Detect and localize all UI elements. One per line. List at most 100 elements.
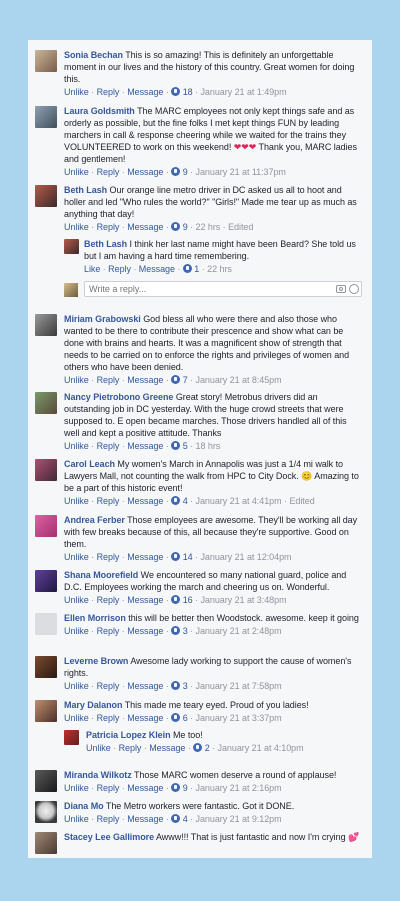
message-link[interactable]: Message <box>127 713 163 723</box>
reply-link[interactable]: Reply <box>97 783 120 793</box>
thumbs-up-icon[interactable] <box>171 552 181 561</box>
avatar[interactable] <box>35 832 57 854</box>
reply-link[interactable]: Reply <box>97 375 120 385</box>
comment-time[interactable]: January 21 at 9:12pm <box>196 814 282 824</box>
comment-author[interactable]: Beth Lash <box>84 239 127 249</box>
message-link[interactable]: Message <box>127 681 163 691</box>
avatar[interactable] <box>35 656 57 678</box>
avatar[interactable] <box>35 700 57 722</box>
unlike-link[interactable]: Unlike <box>64 222 89 232</box>
thumbs-up-icon[interactable] <box>182 264 192 273</box>
thumbs-up-icon[interactable] <box>171 681 181 690</box>
unlike-link[interactable]: Unlike <box>64 552 89 562</box>
thumbs-up-icon[interactable] <box>171 814 181 823</box>
thumbs-up-icon[interactable] <box>171 167 181 176</box>
comment-time[interactable]: January 21 at 4:41pm <box>196 496 282 506</box>
avatar[interactable] <box>35 185 57 207</box>
unlike-link[interactable]: Unlike <box>86 743 111 753</box>
reply-link[interactable]: Reply <box>97 713 120 723</box>
unlike-link[interactable]: Unlike <box>64 626 89 636</box>
comment-author[interactable]: Carol Leach <box>64 459 115 469</box>
comment-time[interactable]: January 21 at 3:48pm <box>200 595 286 605</box>
thumbs-up-icon[interactable] <box>193 743 203 752</box>
comment-time[interactable]: January 21 at 12:04pm <box>200 552 291 562</box>
comment-author[interactable]: Shana Moorefield <box>64 570 138 580</box>
comment-author[interactable]: Mary Dalanon <box>64 700 122 710</box>
reaction-count[interactable]: 14 <box>183 552 193 562</box>
comment-time[interactable]: January 21 at 8:45pm <box>196 375 282 385</box>
reply-link[interactable]: Reply <box>97 681 120 691</box>
avatar[interactable] <box>35 515 57 537</box>
message-link[interactable]: Message <box>127 222 163 232</box>
comment-time[interactable]: January 21 at 3:37pm <box>196 713 282 723</box>
reply-link[interactable]: Reply <box>97 87 120 97</box>
thumbs-up-icon[interactable] <box>171 87 181 96</box>
message-link[interactable]: Message <box>127 375 163 385</box>
avatar[interactable] <box>64 730 79 745</box>
message-link[interactable]: Message <box>127 626 163 636</box>
avatar[interactable] <box>35 459 57 481</box>
comment-time[interactable]: January 21 at 2:48pm <box>196 626 282 636</box>
unlike-link[interactable]: Unlike <box>64 167 89 177</box>
comment-time[interactable]: January 21 at 2:16pm <box>196 783 282 793</box>
avatar[interactable] <box>64 239 79 254</box>
thumbs-up-icon[interactable] <box>171 496 181 505</box>
message-link[interactable]: Message <box>127 496 163 506</box>
reply-link[interactable]: Reply <box>97 552 120 562</box>
message-link[interactable]: Message <box>127 552 163 562</box>
comment-time[interactable]: January 21 at 7:58pm <box>196 681 282 691</box>
avatar[interactable] <box>35 570 57 592</box>
reply-link[interactable]: Reply <box>97 626 120 636</box>
unlike-link[interactable]: Unlike <box>64 375 89 385</box>
avatar[interactable] <box>35 801 57 823</box>
message-link[interactable]: Message <box>149 743 185 753</box>
unlike-link[interactable]: Unlike <box>64 595 89 605</box>
reply-link[interactable]: Reply <box>108 264 131 274</box>
thumbs-up-icon[interactable] <box>171 783 181 792</box>
message-link[interactable]: Message <box>127 814 163 824</box>
reply-link[interactable]: Reply <box>97 595 120 605</box>
like-link[interactable]: Like <box>84 264 100 274</box>
unlike-link[interactable]: Unlike <box>64 496 89 506</box>
reply-link[interactable]: Reply <box>97 496 120 506</box>
comment-author[interactable]: Patricia Lopez Klein <box>86 730 171 740</box>
message-link[interactable]: Message <box>127 783 163 793</box>
comment-time[interactable]: 22 hrs <box>196 222 221 232</box>
message-link[interactable]: Message <box>127 441 163 451</box>
thumbs-up-icon[interactable] <box>171 441 181 450</box>
unlike-link[interactable]: Unlike <box>64 783 89 793</box>
unlike-link[interactable]: Unlike <box>64 713 89 723</box>
thumbs-up-icon[interactable] <box>171 375 181 384</box>
comment-time[interactable]: January 21 at 1:49pm <box>200 87 286 97</box>
emoji-icon[interactable] <box>349 284 359 294</box>
comment-author[interactable]: Leverne Brown <box>64 656 128 666</box>
reply-link[interactable]: Reply <box>97 167 120 177</box>
edited-label[interactable]: Edited <box>228 222 253 232</box>
thumbs-up-icon[interactable] <box>171 626 181 635</box>
edited-label[interactable]: Edited <box>289 496 314 506</box>
unlike-link[interactable]: Unlike <box>64 681 89 691</box>
thumbs-up-icon[interactable] <box>171 595 181 604</box>
thumbs-up-icon[interactable] <box>171 713 181 722</box>
avatar[interactable] <box>35 314 57 336</box>
comment-author[interactable]: Nancy Pietrobono Greene <box>64 392 173 402</box>
message-link[interactable]: Message <box>127 87 163 97</box>
comment-author[interactable]: Laura Goldsmith <box>64 106 135 116</box>
avatar[interactable] <box>35 106 57 128</box>
avatar[interactable] <box>35 392 57 414</box>
reply-link[interactable]: Reply <box>97 222 120 232</box>
comment-author[interactable]: Andrea Ferber <box>64 515 125 525</box>
comment-author[interactable]: Miriam Grabowski <box>64 314 141 324</box>
comment-author[interactable]: Beth Lash <box>64 185 107 195</box>
comment-author[interactable]: Ellen Morrison <box>64 613 126 623</box>
reply-link[interactable]: Reply <box>119 743 142 753</box>
avatar[interactable] <box>35 613 57 635</box>
comment-author[interactable]: Miranda Wilkotz <box>64 770 132 780</box>
comment-time[interactable]: 18 hrs <box>196 441 221 451</box>
reply-link[interactable]: Reply <box>97 814 120 824</box>
comment-author[interactable]: Diana Mo <box>64 801 104 811</box>
comment-time[interactable]: January 21 at 4:10pm <box>218 743 304 753</box>
message-link[interactable]: Message <box>127 167 163 177</box>
message-link[interactable]: Message <box>127 595 163 605</box>
avatar[interactable] <box>35 770 57 792</box>
